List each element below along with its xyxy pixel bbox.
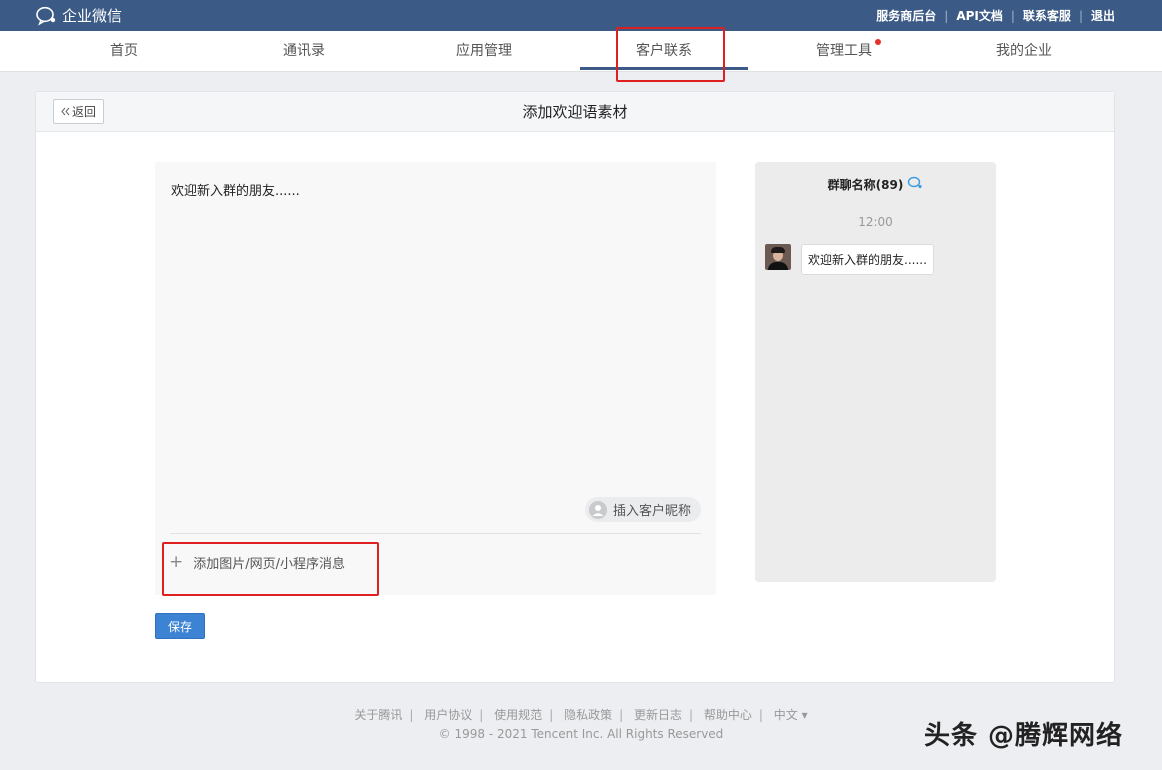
message-editor[interactable]: 欢迎新入群的朋友...... 插入客户昵称 + 添加图片/网页/小程序消息 [155,162,716,595]
top-bar: 企业微信 服务商后台 | API文档 | 联系客服 | 退出 [0,0,1162,31]
divider: | [944,8,949,23]
logo[interactable]: 企业微信 [36,5,122,26]
add-media-button[interactable]: + 添加图片/网页/小程序消息 [169,552,346,573]
logo-text: 企业微信 [62,7,123,25]
tab-customer-contact[interactable]: 客户联系 [574,31,754,71]
avatar [765,244,791,270]
service-provider-link[interactable]: 服务商后台 [876,7,936,24]
insert-nickname-label: 插入客户昵称 [612,504,691,519]
chat-preview: 群聊名称(89) 12:00 欢迎新入群的朋友...... [755,162,996,582]
group-name: 群聊名称(89) [827,178,904,192]
back-label: 返回 [71,105,96,119]
tab-label: 首页 [110,43,138,59]
footer-link-help[interactable]: 帮助中心 [704,708,752,722]
message-text[interactable]: 欢迎新入群的朋友...... [171,180,300,199]
tab-label: 管理工具 [816,43,872,59]
watermark: 头条 @腾辉网络 [924,721,1124,751]
user-icon [588,500,607,519]
double-chevron-left-icon [61,105,70,119]
divider [170,533,701,534]
tab-label: 应用管理 [456,43,512,59]
tab-app-management[interactable]: 应用管理 [394,31,574,71]
footer-link-usage-rules[interactable]: 使用规范 [494,708,542,722]
footer-link-changelog[interactable]: 更新日志 [634,708,682,722]
save-button[interactable]: 保存 [155,613,205,639]
contact-support-link[interactable]: 联系客服 [1023,7,1071,24]
message-time: 12:00 [858,215,893,229]
insert-nickname-button[interactable]: 插入客户昵称 [584,497,701,522]
tab-contacts[interactable]: 通讯录 [214,31,394,71]
footer-link-about[interactable]: 关于腾讯 [354,708,402,722]
divider: | [688,708,694,722]
divider: | [1078,8,1083,23]
tab-home[interactable]: 首页 [34,31,214,71]
wecom-logo-icon [36,6,58,26]
language-label: 中文 [773,708,798,722]
page-title: 添加欢迎语素材 [522,103,628,121]
add-media-label: 添加图片/网页/小程序消息 [193,557,346,572]
tab-management-tools[interactable]: 管理工具 [754,31,934,71]
chat-bubble-icon [907,176,923,193]
top-links: 服务商后台 | API文档 | 联系客服 | 退出 [876,7,1126,24]
logout-link[interactable]: 退出 [1091,7,1115,24]
divider: | [409,708,414,722]
tab-label: 通讯录 [283,43,325,59]
card-header: 添加欢迎语素材 返回 [36,92,1114,132]
message-row: 欢迎新入群的朋友...... [765,244,934,275]
footer-link-privacy[interactable]: 隐私政策 [564,708,612,722]
caret-down-icon: ▾ [801,708,808,722]
back-button[interactable]: 返回 [53,99,104,124]
main-card: 添加欢迎语素材 返回 欢迎新入群的朋友...... 插入客户昵称 + 添加图片/… [35,91,1115,683]
notification-dot [875,39,881,45]
divider: | [619,708,624,722]
divider: | [758,708,763,722]
divider: | [479,708,484,722]
main-nav: 首页 通讯录 应用管理 客户联系 管理工具 我的企业 [0,31,1162,72]
divider: | [549,708,554,722]
tab-my-enterprise[interactable]: 我的企业 [934,31,1114,71]
message-bubble: 欢迎新入群的朋友...... [801,244,934,275]
tab-label: 客户联系 [636,43,692,59]
footer-link-agreement[interactable]: 用户协议 [424,708,472,722]
divider: | [1010,8,1015,23]
plus-icon: + [169,552,184,572]
tab-label: 我的企业 [996,43,1052,59]
active-tab-indicator [580,67,748,70]
language-selector[interactable]: 中文 ▾ [774,708,808,722]
api-docs-link[interactable]: API文档 [956,7,1003,24]
preview-header: 群聊名称(89) [755,176,996,193]
